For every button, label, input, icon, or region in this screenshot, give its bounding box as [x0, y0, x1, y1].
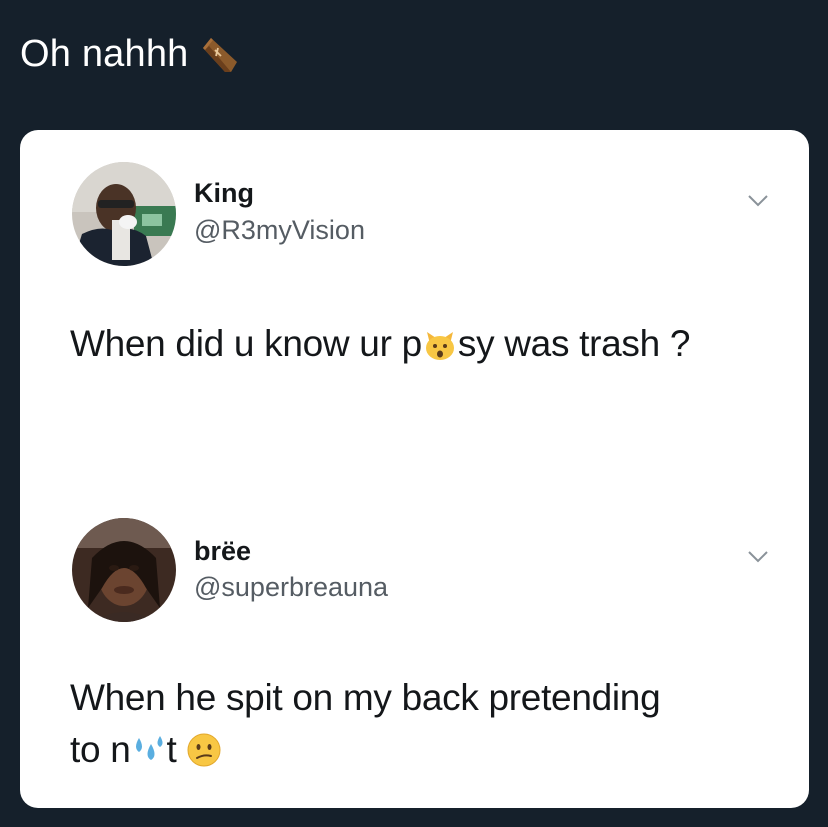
tweet-text-part: t [166, 729, 177, 770]
tweet-text-part: sy was trash ? [457, 323, 691, 364]
tweet-text-part: When did u know ur p [70, 323, 422, 364]
avatar-bree[interactable] [72, 518, 176, 622]
tweet-text-line: to n t [70, 724, 770, 776]
chevron-down-icon[interactable] [747, 194, 769, 208]
sweat-droplets-icon [131, 730, 167, 766]
user-handle[interactable]: @R3myVision [194, 215, 365, 246]
tweet-text: When he spit on my back pretending to n … [70, 672, 770, 776]
post-caption: Oh nahhh [20, 30, 241, 78]
display-name[interactable]: brëe [194, 536, 251, 567]
avatar-king[interactable] [72, 162, 176, 266]
caption-text: Oh nahhh [20, 32, 189, 75]
coffin-icon [197, 32, 241, 76]
user-handle[interactable]: @superbreauna [194, 572, 388, 603]
chevron-down-icon[interactable] [747, 550, 769, 564]
tweet-text-line: When he spit on my back pretending [70, 677, 661, 718]
confused-face-icon [186, 730, 222, 767]
tweet-text: When did u know ur p sy was trash ? [70, 318, 690, 370]
display-name[interactable]: King [194, 178, 254, 209]
cat-face-icon [422, 324, 458, 360]
tweet-text-part: to n [70, 729, 131, 770]
screenshot-card: King @R3myVision When did u know ur p sy… [20, 130, 809, 808]
